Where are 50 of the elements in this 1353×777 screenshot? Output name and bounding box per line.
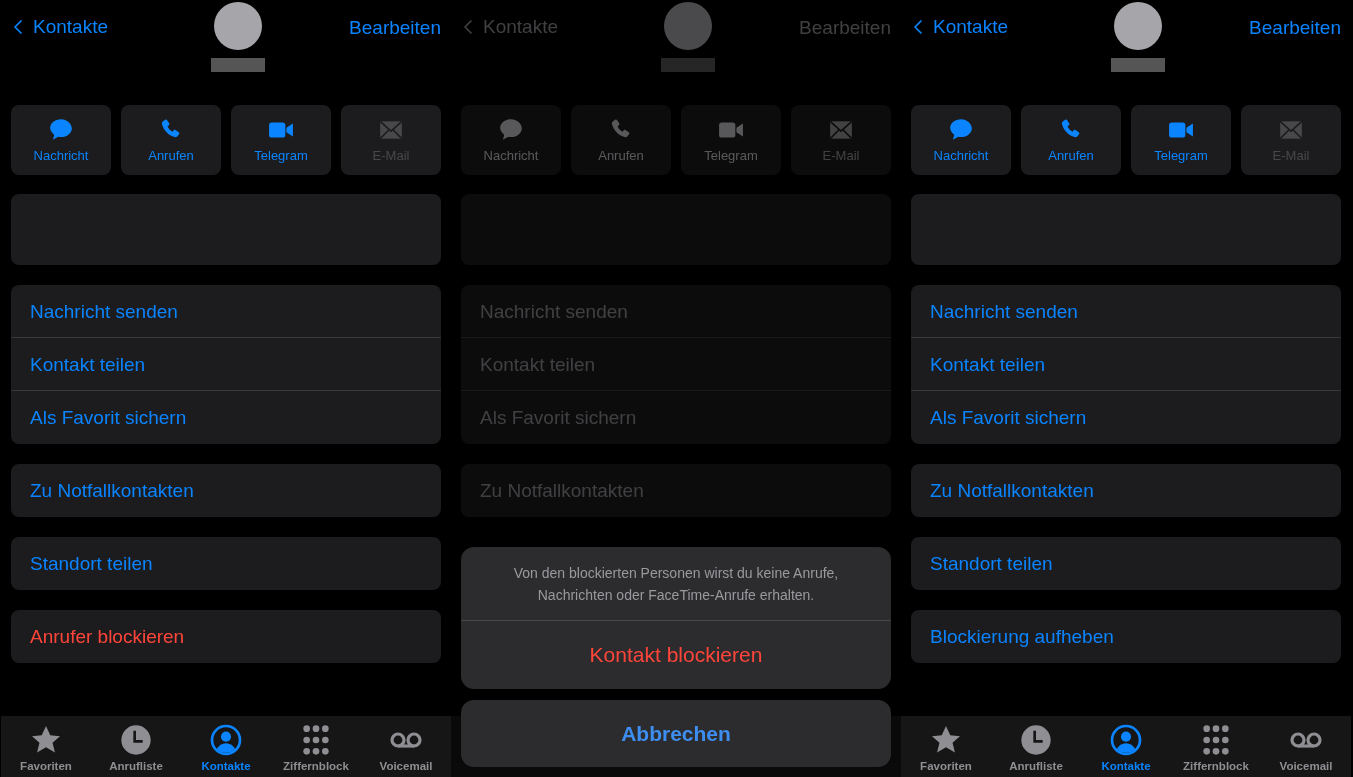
edit-link[interactable]: Bearbeiten: [349, 17, 441, 39]
action-button[interactable]: Nachricht: [11, 105, 111, 175]
list-item[interactable]: Standort teilen: [11, 537, 441, 590]
tab-item[interactable]: Anrufliste: [91, 724, 181, 772]
edit-link[interactable]: Bearbeiten: [1249, 17, 1341, 39]
back-link[interactable]: Kontakte: [11, 16, 108, 38]
list-item[interactable]: Als Favorit sichern: [11, 391, 441, 444]
keypad-icon: [1200, 724, 1232, 756]
avatar-circle: [213, 2, 262, 50]
list-item[interactable]: Nachricht senden: [11, 285, 441, 338]
list-item[interactable]: Blockierung aufheben: [911, 610, 1341, 663]
avatar-circle: [1113, 2, 1162, 50]
tab-item[interactable]: Kontakte: [181, 724, 271, 772]
back-link[interactable]: Kontakte: [911, 16, 1008, 38]
tab-item[interactable]: Kontakte: [1081, 724, 1171, 772]
action-button[interactable]: Telegram: [1131, 105, 1231, 175]
list-item[interactable]: Kontakt teilen: [11, 338, 441, 391]
action-button[interactable]: Nachricht: [911, 105, 1011, 175]
action-button[interactable]: Anrufen: [121, 105, 221, 175]
redacted-name: [1110, 58, 1165, 72]
list-item[interactable]: Zu Notfallkontakten: [11, 464, 441, 517]
tab-item[interactable]: Voicemail: [1261, 724, 1351, 772]
block-contact-button[interactable]: Kontakt blockieren: [461, 621, 891, 689]
action-button[interactable]: Telegram: [231, 105, 331, 175]
tab-item[interactable]: Favoriten: [1, 724, 91, 772]
list-item[interactable]: Kontakt teilen: [911, 338, 1341, 391]
action-button[interactable]: Anrufen: [1021, 105, 1121, 175]
tab-item[interactable]: Voicemail: [361, 724, 451, 772]
tab-item[interactable]: Ziffernblock: [271, 724, 361, 772]
redacted-name: [210, 58, 265, 72]
action-button[interactable]: Telegram: [681, 105, 781, 175]
clock-icon: [120, 724, 152, 756]
cancel-button[interactable]: Abbrechen: [461, 700, 891, 767]
tab-item[interactable]: Anrufliste: [991, 724, 1081, 772]
person-circle-icon: [210, 724, 242, 756]
action-button[interactable]: Nachricht: [461, 105, 561, 175]
redacted-name: [660, 58, 715, 72]
sheet-message: Von den blockierten Personen wirst du keine Anrufe, Nachrichten oder FaceTime-Anrufe erhalten.: [461, 547, 891, 621]
list-item[interactable]: Anrufer blockieren: [11, 610, 441, 663]
keypad-icon: [300, 724, 332, 756]
clock-icon: [1020, 724, 1052, 756]
list-item[interactable]: Zu Notfallkontakten: [911, 464, 1341, 517]
tab-item[interactable]: Favoriten: [901, 724, 991, 772]
list-item[interactable]: Nachricht senden: [911, 285, 1341, 338]
tab-item[interactable]: Ziffernblock: [1171, 724, 1261, 772]
person-circle-icon: [1110, 724, 1142, 756]
list-item[interactable]: Standort teilen: [911, 537, 1341, 590]
avatar-circle: [663, 2, 712, 50]
action-button[interactable]: Anrufen: [571, 105, 671, 175]
list-item[interactable]: Als Favorit sichern: [911, 391, 1341, 444]
